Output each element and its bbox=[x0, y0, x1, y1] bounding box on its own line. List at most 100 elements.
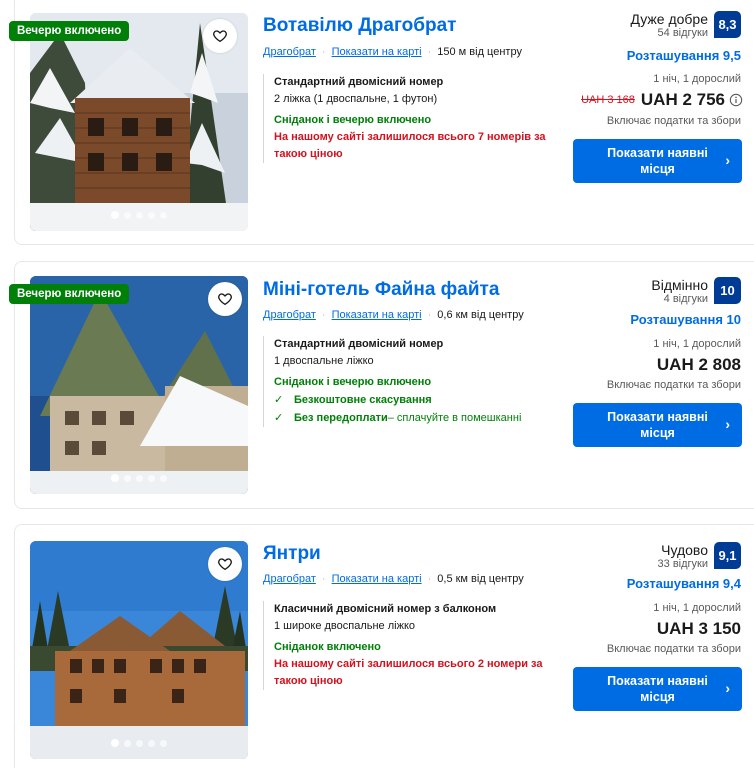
review-score[interactable]: Дуже добре 54 відгуки 8,3 bbox=[630, 11, 741, 40]
room-name: Стандартний двомісний номер bbox=[274, 338, 444, 350]
review-score[interactable]: Відмінно 4 відгуки 10 bbox=[651, 277, 741, 306]
carousel-dot[interactable] bbox=[148, 474, 155, 482]
price: UAH 2 756 bbox=[640, 90, 725, 109]
free-cancellation: ✓ Безкоштовне скасування bbox=[274, 391, 553, 409]
wishlist-heart-button[interactable] bbox=[203, 19, 237, 53]
distance-text: 0,5 км від центру bbox=[437, 573, 524, 585]
dinner-included-badge: Вечерю включено bbox=[9, 21, 130, 41]
room-name: Стандартний двомісний номер bbox=[274, 76, 444, 88]
property-card[interactable]: Вечерю включено Міні-готель Файна файта … bbox=[9, 261, 754, 509]
carousel-dots[interactable] bbox=[30, 211, 248, 219]
info-icon[interactable] bbox=[729, 93, 743, 107]
price-row: UAH 2 808 bbox=[657, 355, 741, 375]
separator: · bbox=[427, 573, 432, 585]
score-word: Дуже добре bbox=[630, 11, 708, 27]
review-count: 4 відгуки bbox=[663, 293, 708, 305]
property-card[interactable]: Янтри Драгобрат · Показати на карті · 0,… bbox=[14, 524, 754, 768]
carousel-dot[interactable] bbox=[111, 474, 119, 482]
heart-icon bbox=[218, 293, 232, 306]
carousel-dots[interactable] bbox=[30, 739, 248, 747]
heart-icon bbox=[218, 558, 232, 571]
room-info: Стандартний двомісний номер 1 двоспальне… bbox=[263, 336, 553, 427]
carousel-dot[interactable] bbox=[148, 739, 155, 747]
location-row: Драгобрат · Показати на карті · 0,6 км в… bbox=[263, 309, 524, 321]
show-on-map-link[interactable]: Показати на карті bbox=[332, 573, 422, 585]
distance-text: 0,6 км від центру bbox=[437, 309, 524, 321]
chevron-right-icon: › bbox=[725, 152, 730, 168]
meal-info: Сніданок і вечерю включено bbox=[274, 376, 432, 388]
review-count: 33 відгуки bbox=[657, 558, 708, 570]
checkmark-icon: ✓ bbox=[274, 412, 284, 424]
availability-warning: На нашому сайті залишилося всього 2 номе… bbox=[274, 658, 543, 687]
free-cancellation-label: Безкоштовне скасування bbox=[294, 394, 432, 406]
no-prepayment-sub: – сплачуйте в помешканні bbox=[387, 412, 522, 424]
location-score: Розташування 9,4 bbox=[626, 576, 741, 591]
chevron-right-icon: › bbox=[725, 416, 730, 432]
distance-text: 150 м від центру bbox=[437, 46, 522, 58]
score-word: Чудово bbox=[661, 542, 708, 558]
taxes-note: Включає податки та збори bbox=[606, 379, 741, 391]
score-badge: 8,3 bbox=[714, 11, 741, 38]
show-on-map-link[interactable]: Показати на карті bbox=[332, 309, 422, 321]
show-on-map-link[interactable]: Показати на карті bbox=[332, 46, 422, 58]
no-prepayment-label: Без передоплати bbox=[294, 412, 388, 424]
cta-label: Показати наявні місця bbox=[607, 674, 708, 704]
carousel-dot[interactable] bbox=[160, 474, 167, 482]
dinner-included-badge: Вечерю включено bbox=[9, 284, 130, 304]
carousel-dot[interactable] bbox=[136, 211, 143, 219]
meal-info: Сніданок включено bbox=[274, 641, 381, 653]
cta-label: Показати наявні місця bbox=[607, 410, 708, 440]
carousel-dot[interactable] bbox=[160, 211, 167, 219]
availability-warning: На нашому сайті залишилося всього 7 номе… bbox=[274, 131, 546, 160]
taxes-note: Включає податки та збори bbox=[606, 115, 741, 127]
cta-label: Показати наявні місця bbox=[607, 146, 708, 176]
taxes-note: Включає податки та збори bbox=[606, 643, 741, 655]
score-word: Відмінно bbox=[651, 277, 708, 293]
carousel-dot[interactable] bbox=[124, 474, 131, 482]
carousel-dot[interactable] bbox=[160, 739, 167, 747]
location-link[interactable]: Драгобрат bbox=[263, 46, 316, 58]
room-beds: 1 двоспальне ліжко bbox=[274, 355, 374, 367]
location-score: Розташування 10 bbox=[630, 312, 741, 327]
show-availability-button[interactable]: Показати наявні місця › bbox=[573, 403, 742, 447]
price-row: UAH 3 168 UAH 2 756 bbox=[581, 90, 743, 110]
property-title[interactable]: Янтри bbox=[263, 543, 321, 565]
location-row: Драгобрат · Показати на карті · 150 м ві… bbox=[263, 46, 522, 58]
room-info: Класичний двомісний номер з балконом 1 ш… bbox=[263, 601, 553, 690]
meal-info: Сніданок і вечерю включено bbox=[274, 114, 432, 126]
show-availability-button[interactable]: Показати наявні місця › bbox=[573, 667, 742, 711]
property-title[interactable]: Міні-готель Файна файта bbox=[263, 279, 499, 301]
carousel-dots[interactable] bbox=[30, 474, 248, 482]
separator: · bbox=[321, 573, 326, 585]
location-link[interactable]: Драгобрат bbox=[263, 573, 316, 585]
wishlist-heart-button[interactable] bbox=[208, 547, 242, 581]
carousel-dot[interactable] bbox=[124, 739, 131, 747]
carousel-dot[interactable] bbox=[111, 211, 119, 219]
carousel-dot[interactable] bbox=[111, 739, 119, 747]
heart-icon bbox=[213, 30, 227, 43]
carousel-dot[interactable] bbox=[136, 739, 143, 747]
stay-details: 1 ніч, 1 дорослий bbox=[653, 73, 741, 85]
carousel-dot[interactable] bbox=[124, 211, 131, 219]
old-price: UAH 3 168 bbox=[581, 94, 635, 106]
no-prepayment: ✓ Без передоплати – сплачуйте в помешкан… bbox=[274, 409, 553, 427]
room-beds: 2 ліжка (1 двоспальне, 1 футон) bbox=[274, 93, 438, 105]
location-row: Драгобрат · Показати на карті · 0,5 км в… bbox=[263, 573, 524, 585]
price: UAH 3 150 bbox=[656, 619, 741, 638]
property-title[interactable]: Вотавілю Драгобрат bbox=[263, 15, 456, 37]
carousel-dot[interactable] bbox=[136, 474, 143, 482]
checkmark-icon: ✓ bbox=[274, 394, 284, 406]
price: UAH 2 808 bbox=[656, 355, 741, 374]
chevron-right-icon: › bbox=[725, 680, 730, 696]
property-card[interactable]: Вечерю включено Вотавілю Драгобрат Драго… bbox=[9, 0, 754, 245]
score-badge: 9,1 bbox=[714, 542, 741, 569]
review-score[interactable]: Чудово 33 відгуки 9,1 bbox=[658, 542, 741, 571]
review-count: 54 відгуки bbox=[657, 27, 708, 39]
wishlist-heart-button[interactable] bbox=[208, 282, 242, 316]
carousel-dot[interactable] bbox=[148, 211, 155, 219]
price-row: UAH 3 150 bbox=[657, 619, 741, 639]
separator: · bbox=[321, 309, 326, 321]
stay-details: 1 ніч, 1 дорослий bbox=[653, 602, 741, 614]
show-availability-button[interactable]: Показати наявні місця › bbox=[573, 139, 742, 183]
location-link[interactable]: Драгобрат bbox=[263, 309, 316, 321]
